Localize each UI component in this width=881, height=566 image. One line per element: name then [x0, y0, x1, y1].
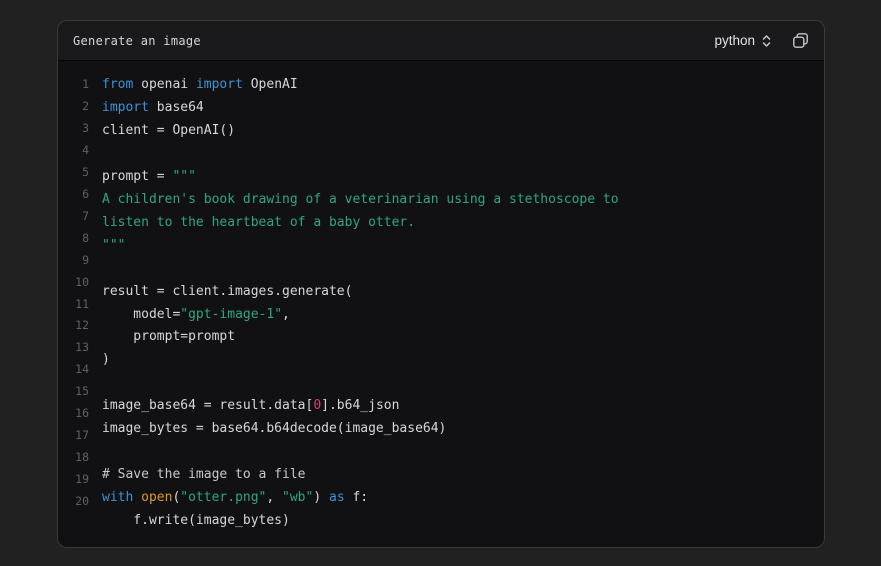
line-number: 20 — [72, 491, 89, 513]
code-line: prompt = """ — [102, 166, 814, 189]
line-number: 13 — [72, 337, 89, 359]
code-line: model="gpt-image-1", — [102, 304, 814, 327]
line-number: 14 — [72, 359, 89, 381]
code-line: from openai import OpenAI — [102, 74, 814, 97]
code-area: 1234567891011121314151617181920 from ope… — [58, 61, 824, 547]
code-line — [102, 441, 814, 464]
code-lines: from openai import OpenAIimport base64cl… — [102, 74, 814, 547]
snippet-title: Generate an image — [73, 34, 201, 48]
copy-icon — [792, 32, 809, 49]
code-line: import base64 — [102, 97, 814, 120]
code-line: image_base64 = result.data[0].b64_json — [102, 395, 814, 418]
line-number: 2 — [72, 96, 89, 118]
line-number: 12 — [72, 315, 89, 337]
code-line: image_bytes = base64.b64decode(image_bas… — [102, 418, 814, 441]
code-line — [102, 258, 814, 281]
code-line: # Save the image to a file — [102, 464, 814, 487]
code-line: A children's book drawing of a veterinar… — [102, 189, 814, 212]
line-number: 3 — [72, 118, 89, 140]
code-line — [102, 372, 814, 395]
code-line: f.write(image_bytes) — [102, 510, 814, 533]
line-number: 1 — [72, 74, 89, 96]
line-number: 15 — [72, 381, 89, 403]
card-header: Generate an image python — [58, 21, 824, 61]
line-number: 17 — [72, 425, 89, 447]
line-number-gutter: 1234567891011121314151617181920 — [72, 74, 89, 547]
line-number: 18 — [72, 447, 89, 469]
line-number: 19 — [72, 469, 89, 491]
line-number: 6 — [72, 184, 89, 206]
line-number: 9 — [72, 250, 89, 272]
code-line: ) — [102, 349, 814, 372]
code-snippet-card: Generate an image python — [57, 20, 825, 548]
line-number: 4 — [72, 140, 89, 162]
copy-button[interactable] — [792, 32, 809, 49]
language-label: python — [714, 33, 755, 48]
line-number: 10 — [72, 272, 89, 294]
line-number: 5 — [72, 162, 89, 184]
code-line: listen to the heartbeat of a baby otter. — [102, 212, 814, 235]
line-number: 11 — [72, 294, 89, 316]
code-line: with open("otter.png", "wb") as f: — [102, 487, 814, 510]
code-line: prompt=prompt — [102, 326, 814, 349]
line-number: 16 — [72, 403, 89, 425]
code-line — [102, 143, 814, 166]
header-controls: python — [714, 32, 809, 49]
code-line: """ — [102, 235, 814, 258]
chevron-up-down-icon — [761, 34, 772, 48]
language-selector[interactable]: python — [714, 33, 772, 48]
line-number: 8 — [72, 228, 89, 250]
code-line: result = client.images.generate( — [102, 281, 814, 304]
code-line: client = OpenAI() — [102, 120, 814, 143]
line-number: 7 — [72, 206, 89, 228]
